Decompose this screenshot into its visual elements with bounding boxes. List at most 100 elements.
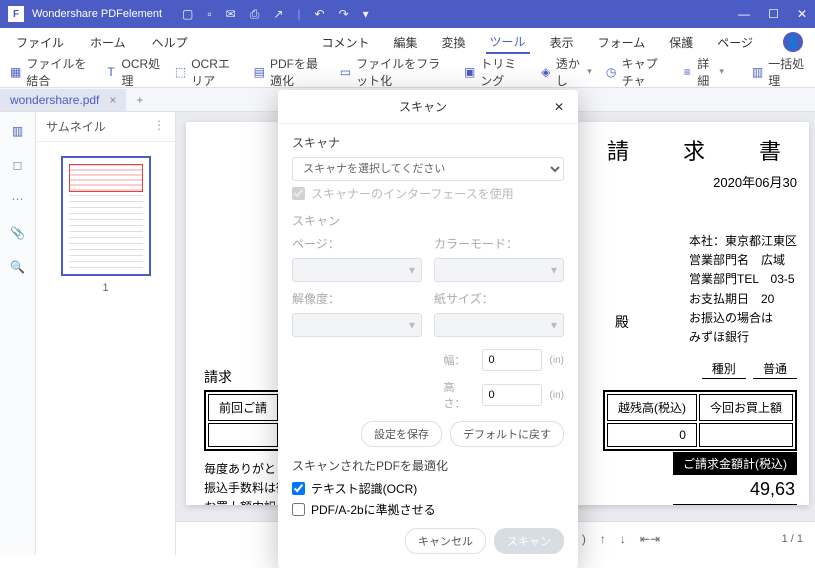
pdfa-checkbox[interactable] xyxy=(292,503,305,516)
cancel-button[interactable]: キャンセル xyxy=(405,528,486,554)
sidebar-search-icon[interactable]: 🔍 xyxy=(9,258,27,276)
undo-icon[interactable]: ↶ xyxy=(315,7,325,22)
doc-paydate: お支払期日 20 xyxy=(689,290,797,309)
menu-edit[interactable]: 編集 xyxy=(390,32,422,53)
reset-default-button[interactable]: デフォルトに戻す xyxy=(450,421,564,447)
save-icon[interactable]: ▫ xyxy=(207,7,211,22)
ocr-area-icon: ⬚ xyxy=(175,65,186,79)
flatten-icon: ▭ xyxy=(340,65,351,79)
menu-help[interactable]: ヘルプ xyxy=(148,32,192,53)
folder-icon[interactable]: ▢ xyxy=(182,7,193,22)
ocr-label: テキスト認識(OCR) xyxy=(311,480,417,497)
combine-icon: ▦ xyxy=(10,65,21,79)
doc-kubun-val: 普通 xyxy=(753,362,797,379)
tab-close-icon[interactable]: × xyxy=(109,93,116,107)
t2-c1: 越残高(税込) xyxy=(607,394,697,421)
page-thumbnail[interactable] xyxy=(61,156,151,276)
optimize-label: スキャンされたPDFを最適化 xyxy=(292,457,564,474)
scan-dialog: スキャン ✕ スキャナ スキャナを選択してください スキャナーのインターフェース… xyxy=(278,90,578,568)
new-tab-button[interactable]: + xyxy=(126,93,153,107)
share-icon[interactable]: ↗ xyxy=(273,7,283,22)
sidebar-comments-icon[interactable]: ⋯ xyxy=(9,190,27,208)
scanner-label: スキャナ xyxy=(292,134,564,151)
sidebar-bookmarks-icon[interactable]: ◻ xyxy=(9,156,27,174)
document-tab[interactable]: wondershare.pdf × xyxy=(0,89,126,111)
menu-file[interactable]: ファイル xyxy=(12,32,68,53)
ocr-checkbox[interactable] xyxy=(292,482,305,495)
doc-bank: みずほ銀行 xyxy=(689,328,797,347)
menu-form[interactable]: フォーム xyxy=(594,32,650,53)
redo-icon[interactable]: ↷ xyxy=(339,7,349,22)
menu-protect[interactable]: 保護 xyxy=(665,32,697,53)
menubar: ファイル ホーム ヘルプ コメント 編集 変換 ツール 表示 フォーム 保護 ペ… xyxy=(0,28,815,56)
t2-v: 0 xyxy=(607,423,697,447)
use-iface-label: スキャナーのインターフェースを使用 xyxy=(311,185,514,202)
page-indicator: 1 / 1 xyxy=(782,533,803,545)
print-icon[interactable]: ⎙ xyxy=(250,7,260,22)
menu-page[interactable]: ページ xyxy=(713,32,757,53)
color-label: カラーモード： xyxy=(434,235,564,252)
menu-tool[interactable]: ツール xyxy=(486,31,530,54)
user-avatar-icon[interactable]: 👤 xyxy=(783,32,803,52)
tool-batch[interactable]: ▥一括処理 xyxy=(752,55,805,89)
batch-icon: ▥ xyxy=(752,65,763,79)
tool-flatten[interactable]: ▭ファイルをフラット化 xyxy=(340,55,450,89)
use-iface-checkbox xyxy=(292,187,305,200)
minimize-icon[interactable]: — xyxy=(738,7,750,21)
doc-hq: 本社：東京都江東区 xyxy=(689,232,797,251)
tool-trim[interactable]: ▣トリミング xyxy=(464,55,527,89)
mail-icon[interactable]: ✉ xyxy=(226,7,236,22)
tool-capture[interactable]: ◷キャプチャ xyxy=(606,55,669,89)
tool-details[interactable]: ≡詳細▾ xyxy=(682,55,724,89)
menu-home[interactable]: ホーム xyxy=(86,32,130,53)
tool-ocr[interactable]: TOCR処理 xyxy=(106,55,161,89)
capture-icon: ◷ xyxy=(606,65,617,79)
scanner-select[interactable]: スキャナを選択してください xyxy=(292,157,564,181)
pdfa-label: PDF/A-2bに準拠させる xyxy=(311,501,436,518)
width-label: 幅： xyxy=(444,352,474,368)
trim-icon: ▣ xyxy=(464,65,475,79)
menu-view[interactable]: 表示 xyxy=(546,32,578,53)
save-settings-button[interactable]: 設定を保存 xyxy=(361,421,442,447)
maximize-icon[interactable]: ☐ xyxy=(768,7,779,21)
details-icon: ≡ xyxy=(682,65,692,79)
tool-ocr-area[interactable]: ⬚OCRエリア xyxy=(175,55,240,89)
titlebar-quick-actions: ▢ ▫ ✉ ⎙ ↗ | ↶ ↷ ▾ xyxy=(182,7,369,22)
width-input[interactable]: 0 xyxy=(482,349,542,371)
close-icon[interactable]: ✕ xyxy=(797,7,807,21)
doc-furikomi: お振込の場合は xyxy=(689,309,797,328)
prev-page-icon[interactable]: ↑ xyxy=(600,532,606,546)
color-select: ▾ xyxy=(434,258,564,282)
sidebar-thumbnails-icon[interactable]: ▥ xyxy=(9,122,27,140)
tool-combine[interactable]: ▦ファイルを結合 xyxy=(10,55,92,89)
doc-date: 2020年06月30 xyxy=(607,172,797,191)
doc-dept: 営業部門名 広域 xyxy=(689,251,797,270)
height-unit: (in) xyxy=(550,390,564,401)
scan-label: スキャン xyxy=(292,212,564,229)
doc-dono: 殿 xyxy=(615,312,629,332)
next-page-icon[interactable]: ↓ xyxy=(620,532,626,546)
res-select: ▾ xyxy=(292,313,422,337)
total-amount: 49,63 xyxy=(673,475,797,505)
menu-convert[interactable]: 変換 xyxy=(438,32,470,53)
fit-width-icon[interactable]: ⇤⇥ xyxy=(640,532,660,546)
doc-tel: 営業部門TEL 03-5 xyxy=(689,270,797,289)
res-label: 解像度： xyxy=(292,290,422,307)
dialog-close-icon[interactable]: ✕ xyxy=(554,100,564,114)
scan-button[interactable]: スキャン xyxy=(494,528,564,554)
height-input[interactable]: 0 xyxy=(482,384,542,406)
thumbs-header: サムネイル xyxy=(46,118,106,135)
tool-watermark[interactable]: ◈透かし▾ xyxy=(541,55,592,89)
t2-c2: 今回お買上額 xyxy=(699,394,793,421)
thumbs-menu-icon[interactable]: ⋮ xyxy=(153,118,165,135)
page-select: ▾ xyxy=(292,258,422,282)
sidebar-attachments-icon[interactable]: 📎 xyxy=(9,224,27,242)
thumbnail-panel: サムネイル⋮ 1 xyxy=(36,112,176,555)
app-title: Wondershare PDFelement xyxy=(32,8,162,20)
menu-comment[interactable]: コメント xyxy=(318,32,374,53)
optimize-icon: ▤ xyxy=(254,65,265,79)
tool-optimize[interactable]: ▤PDFを最適化 xyxy=(254,55,326,89)
doc-kubun-lbl: 種別 xyxy=(702,362,746,379)
tab-label: wondershare.pdf xyxy=(10,93,99,107)
dropdown-icon[interactable]: ▾ xyxy=(363,7,369,22)
